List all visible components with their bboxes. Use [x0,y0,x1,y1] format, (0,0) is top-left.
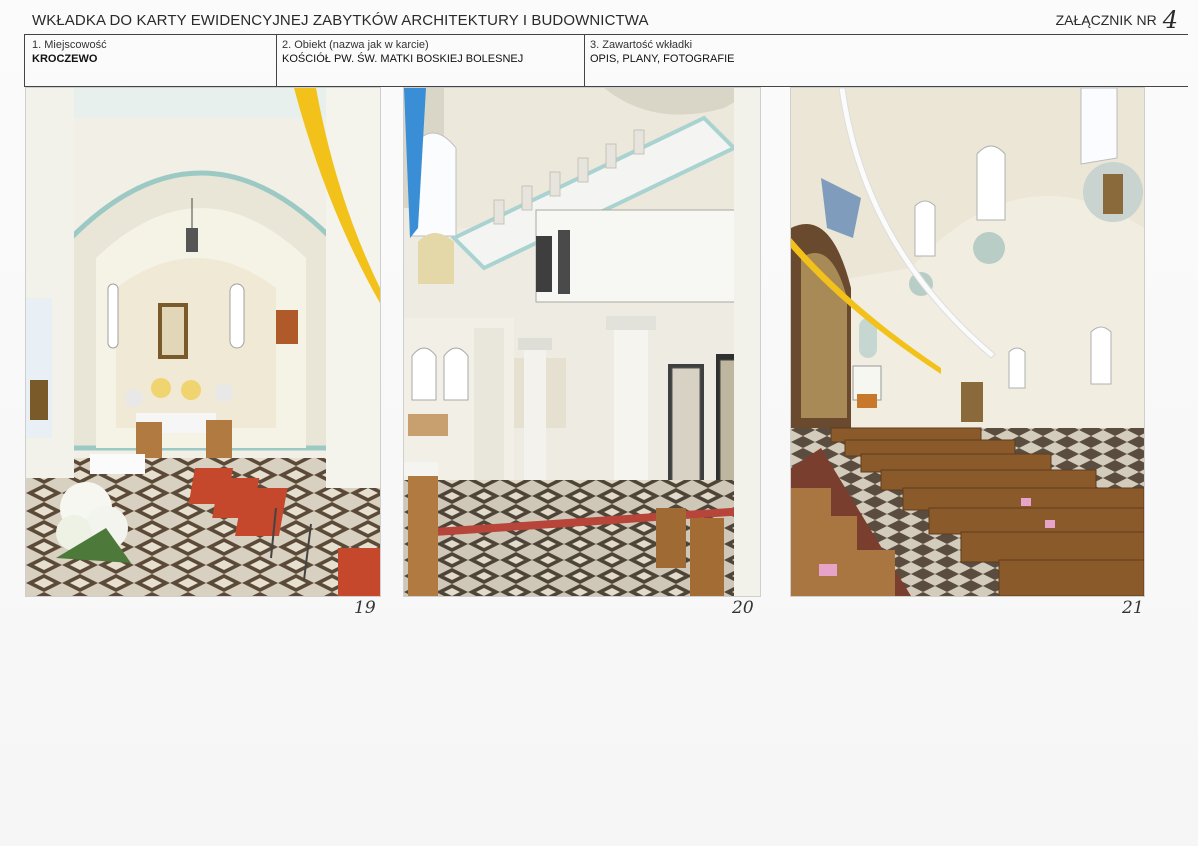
photo-20-number: 20 [732,598,754,618]
header-rule-bottom [24,86,1188,87]
header-rule-top [24,34,1188,35]
field-divider-left [24,34,25,86]
field-locality: 1. Miejscowość KROCZEWO [32,38,107,66]
field-contents-label: 3. Zawartość wkładki [590,39,693,51]
field-object: 2. Obiekt (nazwa jak w karcie) KOŚCIÓŁ P… [282,38,523,66]
document-title: WKŁADKA DO KARTY EWIDENCYJNEJ ZABYTKÓW A… [32,12,649,29]
photo-21-nave [791,88,1144,596]
photo-20-choir-loft [404,88,760,596]
photo-21-image [791,88,1144,596]
photo-19-chapel [26,88,380,596]
annex-number: 4 [1162,6,1178,34]
field-locality-value: KROCZEWO [32,53,98,65]
photo-20-image [404,88,760,596]
photo-19-number: 19 [354,598,376,618]
field-divider-1 [276,34,277,86]
field-contents-value: OPIS, PLANY, FOTOGRAFIE [590,53,735,65]
field-locality-label: 1. Miejscowość [32,39,107,51]
document-sheet: WKŁADKA DO KARTY EWIDENCYJNEJ ZABYTKÓW A… [0,0,1198,846]
annex-label-text: ZAŁĄCZNIK NR [1055,12,1157,28]
field-object-value: KOŚCIÓŁ PW. ŚW. MATKI BOSKIEJ BOLESNEJ [282,53,524,65]
photo-21-number: 21 [1122,598,1144,618]
field-object-label: 2. Obiekt (nazwa jak w karcie) [282,39,429,51]
photo-19-image [26,88,380,596]
field-divider-2 [584,34,585,86]
field-contents: 3. Zawartość wkładki OPIS, PLANY, FOTOGR… [590,38,734,66]
annex-label: ZAŁĄCZNIK NR 4 [1056,6,1178,34]
